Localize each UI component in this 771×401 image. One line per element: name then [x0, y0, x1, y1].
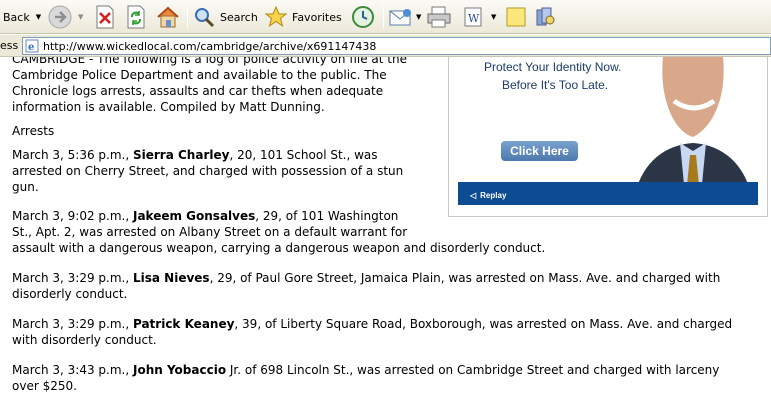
ad-click-here-button[interactable]: Click Here: [501, 141, 578, 161]
address-url: http://www.wickedlocal.com/cambridge/arc…: [43, 39, 377, 53]
entry-line: March 3, 3:43 p.m., John Yobaccio Jr. of…: [12, 362, 719, 378]
entry-line: March 3, 5:36 p.m., Sierra Charley, 20, …: [12, 147, 403, 163]
forward-dropdown-icon[interactable]: ▼: [78, 13, 83, 21]
identity-ad[interactable]: Protect Your Identity Now. Before It's T…: [458, 57, 758, 205]
entry-date: March 3, 3:29 p.m.,: [12, 271, 133, 285]
ad-headline: Protect Your Identity Now.: [484, 60, 622, 74]
back-label: Back: [3, 10, 30, 24]
arrest-entry: March 3, 5:36 p.m., Sierra Charley, 20, …: [12, 147, 403, 195]
svg-text:W: W: [468, 12, 480, 25]
address-bar: ess e http://www.wickedlocal.com/cambrid…: [0, 35, 771, 57]
arrestee-name: Jakeem Gonsalves: [132, 209, 256, 223]
stop-icon: [96, 5, 114, 29]
forward-arrow-icon: [48, 5, 72, 29]
arrest-entry: March 3, 3:29 p.m., Patrick Keaney, 39, …: [12, 316, 732, 348]
entry-line: over $250.: [12, 379, 77, 393]
entry-details: Jr. of 698 Lincoln St., was arrested on …: [226, 363, 720, 377]
research-icon: [536, 7, 555, 26]
search-label: Search: [220, 10, 258, 24]
back-button[interactable]: Back ▼: [3, 3, 41, 31]
forward-button[interactable]: ▼: [47, 3, 83, 31]
entry-details: , 39, of Liberty Square Road, Boxborough…: [234, 317, 733, 331]
search-button[interactable]: Search: [192, 3, 258, 31]
research-button[interactable]: [534, 3, 558, 31]
intro-line: Cambridge Police Department and availabl…: [12, 68, 387, 82]
print-button[interactable]: [426, 3, 452, 31]
entry-details: , 20, 101 School St., was: [229, 148, 378, 162]
entry-details: , 29, of Paul Gore Street, Jamaica Plain…: [209, 271, 721, 285]
entry-line: assault with a dangerous weapon, carryin…: [12, 241, 546, 255]
intro-line: CAMBRIDGE - The following is a log of po…: [12, 57, 407, 66]
arrestee-name: Lisa Nieves: [132, 271, 210, 285]
history-button[interactable]: [350, 3, 376, 31]
arrestee-name: Patrick Keaney: [132, 317, 235, 331]
entry-line: gun.: [12, 180, 39, 194]
favorites-star-icon: [264, 5, 288, 28]
page-content: CAMBRIDGE - The following is a log of po…: [0, 57, 771, 401]
svg-text:e: e: [28, 42, 34, 53]
intro-line: Chronicle logs arrests, assaults and car…: [12, 84, 384, 98]
mail-dropdown-icon[interactable]: ▼: [416, 13, 421, 21]
favorites-label: Favorites: [292, 10, 342, 24]
section-heading-arrests: Arrests: [12, 124, 55, 138]
replay-label: Replay: [480, 191, 507, 200]
ad-subheadline: Before It's Too Late.: [502, 78, 609, 92]
search-icon: [195, 8, 215, 28]
mail-icon: [389, 9, 411, 26]
article-intro: CAMBRIDGE - The following is a log of po…: [12, 57, 432, 115]
intro-line: information is available. Compiled by Ma…: [12, 100, 325, 114]
entry-line: St., Apt. 2, was arrested on Albany Stre…: [12, 225, 408, 239]
entry-date: March 3, 3:43 p.m.,: [12, 363, 133, 377]
arrest-entry: March 3, 3:29 p.m., Lisa Nieves, 29, of …: [12, 270, 720, 302]
entry-date: March 3, 3:29 p.m.,: [12, 317, 133, 331]
note-icon: [506, 7, 526, 27]
arrest-entry: March 3, 3:43 p.m., John Yobaccio Jr. of…: [12, 362, 719, 394]
entry-line: March 3, 3:29 p.m., Lisa Nieves, 29, of …: [12, 270, 720, 286]
home-icon: [157, 6, 179, 28]
favorites-button[interactable]: Favorites: [264, 3, 342, 31]
address-input[interactable]: e http://www.wickedlocal.com/cambridge/a…: [22, 37, 771, 55]
refresh-icon: [127, 5, 145, 29]
refresh-button[interactable]: [125, 3, 147, 31]
word-edit-icon: W: [464, 7, 482, 27]
ie-page-icon: e: [25, 39, 39, 53]
entry-date: March 3, 5:36 p.m.,: [12, 148, 133, 162]
address-label: ess: [0, 39, 19, 52]
entry-details: , 29, of 101 Washington: [255, 209, 399, 223]
browser-toolbar: Back ▼ ▼ Search Favorites ▼ W ▼: [0, 0, 771, 34]
ad-replay-button[interactable]: ◁ Replay: [470, 188, 506, 204]
entry-line: disorderly conduct.: [12, 287, 128, 301]
entry-line: arrested on Cherry Street, and charged w…: [12, 164, 404, 178]
mail-button[interactable]: ▼: [388, 3, 421, 31]
printer-icon: [427, 6, 451, 28]
back-dropdown-icon[interactable]: ▼: [36, 13, 41, 21]
edit-dropdown-icon[interactable]: ▼: [491, 13, 496, 21]
entry-line: March 3, 3:29 p.m., Patrick Keaney, 39, …: [12, 316, 732, 332]
replay-arrow-icon: ◁: [470, 191, 477, 200]
edit-button[interactable]: W ▼: [462, 3, 496, 31]
entry-date: March 3, 9:02 p.m.,: [12, 209, 133, 223]
arrestee-name: Sierra Charley: [132, 148, 230, 162]
arrestee-name: John Yobaccio: [132, 363, 227, 377]
discuss-button[interactable]: [504, 3, 528, 31]
stop-button[interactable]: [94, 3, 116, 31]
history-clock-icon: [352, 6, 374, 28]
entry-line: with disorderly conduct.: [12, 333, 157, 347]
home-button[interactable]: [155, 3, 181, 31]
